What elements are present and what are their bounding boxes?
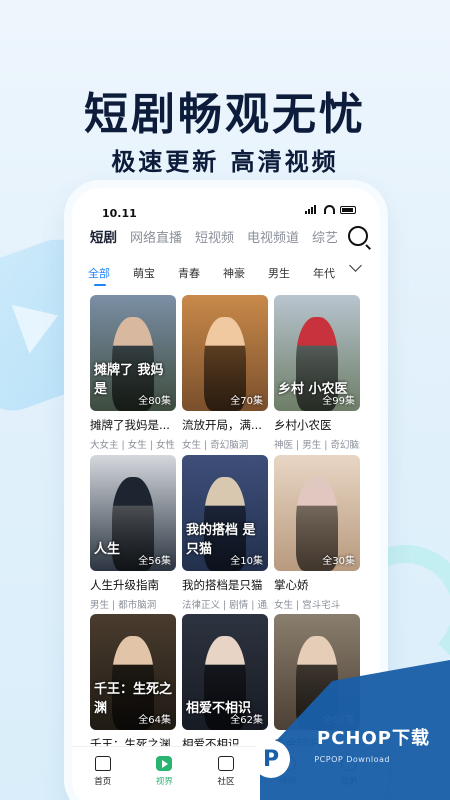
drama-tags: 大女主 | 女生 | 女性... — [90, 440, 176, 451]
nav-label: 首页 — [94, 777, 112, 787]
nav-item-1[interactable]: 视界 — [139, 756, 189, 787]
promo-subline: 极速更新 高清视频 — [111, 148, 339, 176]
signal-icon — [305, 205, 319, 214]
chat-icon — [217, 756, 234, 771]
nav-label: 社区 — [217, 777, 235, 787]
episode-count: 全80集 — [138, 396, 171, 407]
drama-card[interactable]: 全30集掌心娇女生 | 宫斗宅斗 — [274, 455, 360, 611]
promo-headline: 短剧畅观无忧 — [84, 89, 366, 140]
home-icon — [94, 756, 111, 771]
play-icon — [156, 756, 173, 771]
drama-tags: 女生 | 宫斗宅斗 — [274, 600, 341, 611]
drama-card[interactable]: 摊牌了 我妈是 全80集摊牌了我妈是... 大女主 | 女生 | 女性... — [90, 295, 176, 451]
drama-tags: 神医 | 男生 | 奇幻脑洞 — [274, 440, 360, 451]
category-2[interactable]: 青春 — [178, 265, 200, 281]
drama-poster[interactable]: 摊牌了 我妈是 全80集 — [90, 295, 176, 411]
episode-count: 全64集 — [138, 715, 171, 726]
drama-title[interactable]: 人生升级指南 — [90, 577, 176, 593]
drama-poster[interactable]: 全70集 — [182, 295, 268, 411]
episode-count: 全99集 — [322, 396, 355, 407]
drama-title[interactable]: 摊牌了我妈是... — [90, 417, 176, 433]
drama-poster[interactable]: 相爱不相识 全62集 — [182, 614, 268, 730]
tab-0[interactable]: 短剧 — [86, 222, 117, 246]
category-0[interactable]: 全部 — [88, 265, 110, 286]
drama-card[interactable]: 我的搭档 是只猫 全10集我的搭档是只猫法律正义 | 剧情 | 通用 — [182, 455, 268, 611]
battery-icon — [340, 205, 356, 214]
category-5[interactable]: 年代 — [313, 265, 335, 281]
episode-count: 全56集 — [138, 556, 171, 567]
category-4[interactable]: 男生 — [268, 265, 290, 281]
drama-poster[interactable]: 乡村 小农医 全99集 — [274, 295, 360, 411]
tab-1[interactable]: 网络直播 — [130, 227, 182, 246]
episode-count: 全30集 — [322, 556, 355, 567]
tab-2[interactable]: 短视频 — [195, 227, 234, 246]
category-1[interactable]: 萌宝 — [133, 265, 155, 281]
status-bar: 10.11 — [72, 188, 380, 220]
status-time: 10.11 — [102, 207, 137, 220]
drama-poster[interactable]: 千王：生死之渊 全64集 — [90, 614, 176, 730]
episode-count: 全70集 — [230, 396, 263, 407]
watermark-brand: PCHOP下载 — [317, 728, 430, 749]
tab-3[interactable]: 电视频道 — [247, 227, 299, 246]
drama-title[interactable]: 乡村小农医 — [274, 417, 360, 433]
category-bar: 全部 萌宝 青春 神豪 男生 年代 — [88, 262, 380, 286]
episode-count: 全62集 — [230, 715, 263, 726]
episode-count: 全10集 — [230, 556, 263, 567]
drama-card[interactable]: 全70集流放开局，满... 女生 | 奇幻脑洞 — [182, 295, 268, 451]
drama-title[interactable]: 流放开局，满... — [182, 417, 268, 433]
nav-label: 视界 — [155, 777, 173, 787]
drama-poster[interactable]: 我的搭档 是只猫 全10集 — [182, 455, 268, 571]
watermark-subtext: PCPOP Download — [314, 755, 390, 764]
nav-item-0[interactable]: 首页 — [78, 756, 128, 787]
search-icon[interactable] — [348, 226, 368, 246]
drama-title[interactable]: 掌心娇 — [274, 577, 360, 593]
drama-tags: 女生 | 奇幻脑洞 — [182, 440, 249, 451]
tab-4[interactable]: 综艺 — [312, 227, 338, 246]
drama-card[interactable]: 乡村 小农医 全99集乡村小农医神医 | 男生 | 奇幻脑洞 — [274, 295, 360, 451]
category-3[interactable]: 神豪 — [223, 265, 245, 281]
drama-tags: 法律正义 | 剧情 | 通用 — [182, 600, 268, 611]
drama-title[interactable]: 我的搭档是只猫 — [182, 577, 268, 593]
drama-poster[interactable]: 人生全56集 — [90, 455, 176, 571]
top-tabs: 短剧 网络直播 短视频 电视频道 综艺 — [86, 222, 368, 252]
wifi-icon — [324, 205, 335, 214]
drama-card[interactable]: 人生全56集人生升级指南男生 | 都市脑洞 — [90, 455, 176, 611]
watermark-logo: P — [252, 740, 290, 778]
poster-title-art: 人生 — [94, 542, 121, 557]
drama-tags: 男生 | 都市脑洞 — [90, 600, 157, 611]
nav-item-2[interactable]: 社区 — [201, 756, 251, 787]
drama-poster[interactable]: 全30集 — [274, 455, 360, 571]
